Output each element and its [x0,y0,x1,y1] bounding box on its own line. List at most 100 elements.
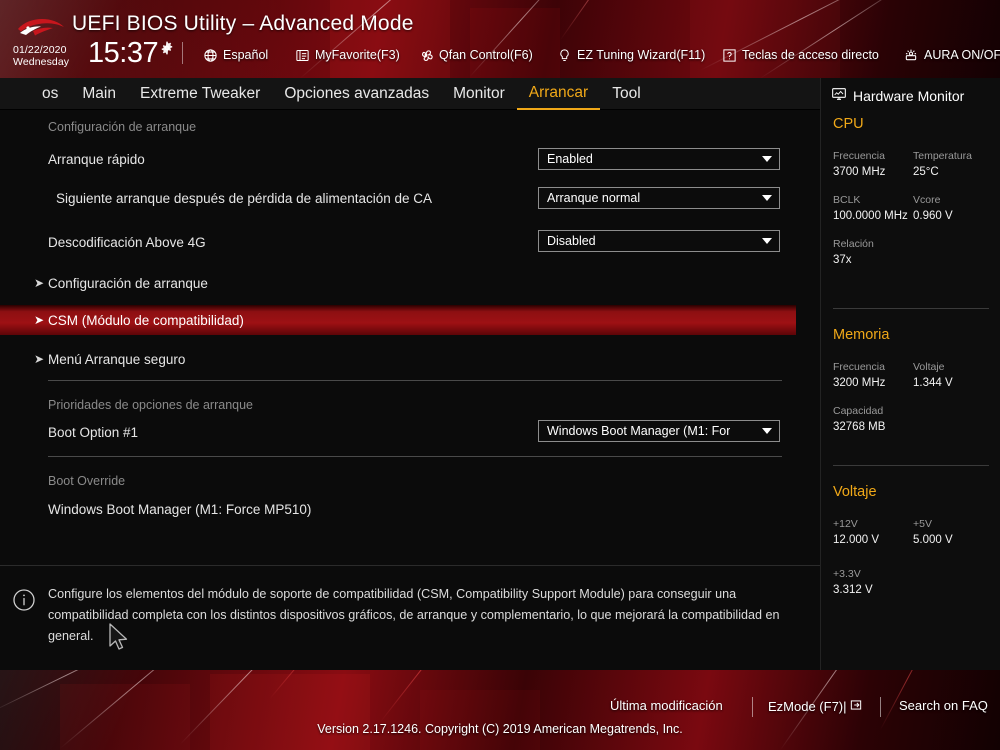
main-tab-bar: os Main Extreme Tweaker Opciones avanzad… [0,78,820,110]
section-header-boot-config: Configuración de arranque [48,120,197,134]
setting-label: Boot Option #1 [48,424,139,440]
hm-value: 1.344 V [913,377,953,389]
date-value: 01/22/2020 [13,44,67,56]
rog-logo [16,16,66,42]
header-item-label: AURA ON/OFF [924,48,1000,62]
chevron-down-icon [762,238,772,244]
submenu-secure-boot[interactable]: ➤ Menú Arranque seguro [0,344,796,374]
divider [48,456,782,457]
header-item-label: Qfan Control(F6) [439,48,533,62]
header-item-ez-tuning[interactable]: EZ Tuning Wizard(F11) [557,45,705,65]
header-item-myfavorite[interactable]: MyFavorite(F3) [295,45,400,65]
footer-link-search-faq[interactable]: Search on FAQ [899,698,988,713]
header-divider [182,42,183,64]
dropdown-value: Enabled [547,152,593,166]
hm-value: 25°C [913,166,939,178]
dropdown-value: Arranque normal [547,191,641,205]
hm-value: 37x [833,254,852,266]
hm-key: BCLK [833,194,861,206]
dropdown-next-boot-after-ac-loss[interactable]: Arranque normal [538,187,780,209]
page-title: UEFI BIOS Utility – Advanced Mode [72,12,414,35]
chevron-right-icon: ➤ [34,313,45,327]
chevron-down-icon [762,195,772,201]
header-item-label: Teclas de acceso directo [742,48,879,62]
info-icon [12,588,36,612]
submenu-boot-configuration[interactable]: ➤ Configuración de arranque [0,268,796,298]
hm-key: +12V [833,518,858,530]
footer-link-ezmode[interactable]: EzMode (F7)| [768,698,863,715]
gear-icon[interactable] [160,41,174,55]
header-item-label: EZ Tuning Wizard(F11) [577,48,706,62]
bios-version-text: Version 2.17.1246. Copyright (C) 2019 Am… [317,722,683,736]
date-display: 01/22/2020 Wednesday [13,44,69,68]
hm-key: Capacidad [833,405,884,417]
chevron-down-icon [762,428,772,434]
section-header-boot-priorities: Prioridades de opciones de arranque [48,398,253,412]
hm-key: Frecuencia [833,150,885,162]
hm-value: 12.000 V [833,534,880,546]
header-item-aura[interactable]: AURA ON/OFF [903,45,1000,65]
header-item-qfan[interactable]: Qfan Control(F6) [418,45,533,65]
tab-extreme-tweaker[interactable]: Extreme Tweaker [128,78,272,110]
hm-value: 0.960 V [913,210,953,222]
hm-section-cpu-title: CPU [833,116,864,132]
monitor-icon [831,86,847,105]
section-header-boot-override: Boot Override [48,474,126,488]
bulb-icon [557,48,572,63]
tab-monitor[interactable]: Monitor [441,78,517,110]
weekday-value: Wednesday [13,56,70,68]
dropdown-value: Windows Boot Manager (M1: For [547,424,731,438]
header-item-hotkeys[interactable]: Teclas de acceso directo [722,45,879,65]
dropdown-fast-boot[interactable]: Enabled [538,148,780,170]
hm-key: Vcore [913,194,941,206]
tab-tool[interactable]: Tool [600,78,652,110]
dropdown-above-4g-decoding[interactable]: Disabled [538,230,780,252]
fan-icon [418,47,434,63]
footer-link-label: EzMode (F7)| [768,699,847,714]
globe-icon [203,48,218,63]
footer-divider [752,697,753,717]
hm-value: 100.0000 MHz [833,210,908,222]
header-bar: UEFI BIOS Utility – Advanced Mode 01/22/… [0,0,1000,78]
hm-key: Relación [833,238,874,250]
hm-section-voltaje-title: Voltaje [833,484,877,500]
tab-opciones-avanzadas[interactable]: Opciones avanzadas [272,78,441,110]
submenu-csm[interactable]: ➤ CSM (Módulo de compatibilidad) [0,305,796,335]
exit-arrow-icon [849,698,863,715]
bios-screen: UEFI BIOS Utility – Advanced Mode 01/22/… [0,0,1000,750]
chevron-down-icon [762,156,772,162]
dropdown-boot-option-1[interactable]: Windows Boot Manager (M1: For [538,420,780,442]
hm-value: 3200 MHz [833,377,886,389]
hm-value: 3700 MHz [833,166,886,178]
hm-key: +5V [913,518,932,530]
tab-arrancar[interactable]: Arrancar [516,78,601,110]
chevron-right-icon: ➤ [34,276,45,290]
hm-key: Voltaje [913,361,945,373]
tab-os[interactable]: os [30,78,70,110]
hm-key: Temperatura [913,150,972,162]
submenu-label: Menú Arranque seguro [48,351,186,367]
header-item-label: MyFavorite(F3) [315,48,400,62]
setting-label: Arranque rápido [48,151,145,167]
hm-section-memoria-title: Memoria [833,327,890,343]
clock-display: 15:37 [88,37,159,69]
header-item-language[interactable]: Español [203,45,268,65]
divider [833,465,989,466]
tab-main[interactable]: Main [70,78,128,110]
hardware-monitor-panel: Hardware Monitor CPU Frecuencia 3700 MHz… [820,78,1000,670]
hardware-monitor-title: Hardware Monitor [853,87,965,104]
hm-value: 3.312 V [833,584,873,596]
footer-link-last-modified[interactable]: Última modificación [610,698,723,713]
hm-value: 32768 MB [833,421,886,433]
boot-override-item[interactable]: Windows Boot Manager (M1: Force MP510) [0,502,311,517]
setting-label: Descodificación Above 4G [48,234,206,250]
submenu-label: Configuración de arranque [48,275,208,291]
aura-icon [903,47,919,63]
hm-key: Frecuencia [833,361,885,373]
hm-value: 5.000 V [913,534,953,546]
question-icon [722,48,737,63]
settings-pane: Configuración de arranque Arranque rápid… [0,110,820,565]
help-text: Configure los elementos del módulo de so… [48,587,780,643]
hm-key: +3.3V [833,568,861,580]
hardware-monitor-title-row: Hardware Monitor [831,86,964,105]
